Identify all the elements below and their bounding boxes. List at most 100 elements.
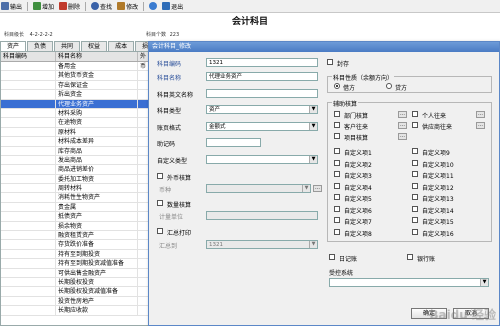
tab-common[interactable]: 共同 bbox=[54, 41, 81, 51]
table-row[interactable]: 可供出售金融资产 bbox=[1, 268, 149, 278]
code-length-value: 4-2-2-2-2 bbox=[29, 32, 53, 38]
custom-item-14-checkbox[interactable] bbox=[412, 205, 418, 212]
debit-radio[interactable] bbox=[334, 83, 340, 89]
table-row[interactable]: 库存商品 bbox=[1, 146, 149, 156]
department-aux-lookup-button[interactable]: … bbox=[398, 111, 407, 118]
table-row[interactable]: 周转材料 bbox=[1, 184, 149, 194]
department-aux-label: 部门核算 bbox=[344, 113, 369, 120]
custom-item-6-checkbox[interactable] bbox=[334, 205, 340, 212]
print-icon bbox=[1, 2, 9, 10]
find-icon bbox=[91, 2, 100, 10]
custom-item-8-checkbox[interactable] bbox=[334, 228, 340, 235]
custom-type-select[interactable]: ▼ bbox=[206, 155, 318, 164]
table-row[interactable]: 发出商品 bbox=[1, 155, 149, 166]
custom-item-11-checkbox[interactable] bbox=[412, 171, 418, 177]
add-button[interactable]: 增加 bbox=[33, 2, 54, 11]
sealed-checkbox[interactable] bbox=[327, 59, 333, 65]
code-field[interactable]: 1321 bbox=[206, 58, 318, 67]
table-row[interactable]: 抵债资产 bbox=[1, 212, 149, 222]
project-aux-lookup-button[interactable]: … bbox=[398, 133, 407, 140]
custom-item-13-checkbox[interactable] bbox=[412, 194, 418, 200]
table-row[interactable]: 消耗性生物资产 bbox=[1, 193, 149, 203]
table-row[interactable]: 融资租赁资产 bbox=[1, 231, 149, 241]
table-row[interactable]: 存出保证金 bbox=[1, 80, 149, 91]
table-row[interactable]: 其他货币资金 bbox=[1, 71, 149, 81]
custom-item-7-checkbox[interactable] bbox=[334, 217, 340, 223]
currency-select[interactable]: ▼ bbox=[206, 184, 311, 193]
controlled-system-select[interactable]: ▼ bbox=[329, 278, 489, 287]
table-row[interactable]: 材料成本差异 bbox=[1, 137, 149, 147]
cell-code bbox=[1, 306, 56, 315]
supplier-aux-checkbox[interactable] bbox=[412, 122, 418, 128]
summary-to-select[interactable]: 1321 ▼ bbox=[206, 240, 318, 249]
custom-item-15-checkbox[interactable] bbox=[412, 217, 418, 223]
journal-checkbox[interactable] bbox=[329, 254, 335, 260]
custom-item-7-label: 自定义项7 bbox=[344, 219, 372, 226]
table-row[interactable]: 存货跌价准备 bbox=[1, 240, 149, 250]
table-row[interactable]: 长期股权投资减值准备 bbox=[1, 287, 149, 297]
customer-aux-checkbox[interactable] bbox=[334, 122, 340, 128]
individual-aux-label: 个人往来 bbox=[422, 113, 447, 120]
table-row[interactable]: 贵金属 bbox=[1, 202, 149, 213]
tab-assets[interactable]: 资产 bbox=[0, 41, 27, 51]
project-aux-checkbox[interactable] bbox=[334, 133, 340, 139]
tab-equity[interactable]: 权益 bbox=[81, 41, 108, 51]
custom-item-16-checkbox[interactable] bbox=[412, 228, 418, 235]
custom-item-1-checkbox[interactable] bbox=[334, 148, 340, 154]
tab-liabilities[interactable]: 负债 bbox=[27, 41, 54, 51]
foreign-currency-checkbox[interactable] bbox=[157, 173, 163, 179]
chevron-down-icon: ▼ bbox=[309, 123, 317, 130]
type-select[interactable]: 资产 ▼ bbox=[206, 105, 318, 114]
table-row[interactable]: 投资性房地产 bbox=[1, 296, 149, 307]
supplier-aux-lookup-button[interactable]: … bbox=[476, 122, 485, 129]
cell-code bbox=[1, 165, 56, 174]
column-header-code[interactable]: 科目编码 bbox=[1, 52, 56, 61]
tab-cost[interactable]: 成本 bbox=[108, 41, 135, 51]
aux-accounting-group: 辅助核算 部门核算 … 个人往来 … 客户往来 … 供应商往来 … 项目核算 … 自定义项1 自定义项… bbox=[327, 99, 492, 242]
print-button[interactable]: 输出 bbox=[1, 2, 22, 11]
unit-field[interactable] bbox=[206, 211, 318, 220]
table-row[interactable]: 持有至到期投资 bbox=[1, 249, 149, 260]
quantity-checkbox[interactable] bbox=[157, 200, 163, 206]
table-row[interactable]: 代理业务资产 bbox=[1, 99, 149, 109]
custom-item-12-checkbox[interactable] bbox=[412, 182, 418, 189]
table-row[interactable]: 在途物资 bbox=[1, 118, 149, 128]
bank-book-checkbox[interactable] bbox=[407, 254, 413, 260]
help-button[interactable] bbox=[149, 2, 158, 10]
table-row[interactable]: 长期股权投资 bbox=[1, 277, 149, 288]
column-header-name[interactable]: 科目名称 bbox=[56, 52, 138, 61]
table-row[interactable]: 持有至到期投资减值准备 bbox=[1, 259, 149, 269]
table-row[interactable]: 委托加工物资 bbox=[1, 174, 149, 185]
table-row[interactable]: 拆出资金 bbox=[1, 90, 149, 100]
custom-item-2-checkbox[interactable] bbox=[334, 159, 340, 166]
table-row[interactable]: 材料采购 bbox=[1, 108, 149, 119]
custom-item-10-checkbox[interactable] bbox=[412, 159, 418, 166]
quantity-label: 数量核算 bbox=[167, 202, 192, 209]
credit-radio[interactable] bbox=[386, 83, 392, 89]
format-select[interactable]: 金额式 ▼ bbox=[206, 122, 318, 131]
custom-item-3-checkbox[interactable] bbox=[334, 171, 340, 177]
find-button[interactable]: 查找 bbox=[91, 2, 112, 11]
edit-button[interactable]: 修改 bbox=[117, 2, 138, 11]
english-name-field[interactable] bbox=[206, 89, 318, 98]
table-row[interactable]: 商品进销差价 bbox=[1, 165, 149, 175]
exit-button[interactable]: 退出 bbox=[162, 2, 183, 11]
currency-lookup-button[interactable]: … bbox=[313, 185, 322, 192]
summary-print-checkbox[interactable] bbox=[157, 228, 163, 234]
table-row[interactable]: 备用金 bbox=[1, 62, 149, 72]
delete-button[interactable]: 删除 bbox=[59, 2, 80, 11]
table-row[interactable]: 长期应收款 bbox=[1, 306, 149, 316]
customer-aux-lookup-button[interactable]: … bbox=[398, 122, 407, 129]
table-row[interactable]: 原材料 bbox=[1, 127, 149, 138]
mnemonic-field[interactable] bbox=[206, 138, 261, 147]
name-field[interactable]: 代理业务资产 bbox=[206, 72, 318, 81]
department-aux-checkbox[interactable] bbox=[334, 111, 340, 117]
custom-item-5-checkbox[interactable] bbox=[334, 194, 340, 200]
individual-aux-checkbox[interactable] bbox=[412, 111, 418, 117]
custom-item-9-checkbox[interactable] bbox=[412, 148, 418, 154]
cell-name: 委托加工物资 bbox=[56, 174, 138, 184]
individual-aux-lookup-button[interactable]: … bbox=[476, 111, 485, 118]
table-row[interactable]: 损余物资 bbox=[1, 221, 149, 232]
custom-item-4-checkbox[interactable] bbox=[334, 182, 340, 189]
account-count-value: 223 bbox=[169, 32, 180, 38]
